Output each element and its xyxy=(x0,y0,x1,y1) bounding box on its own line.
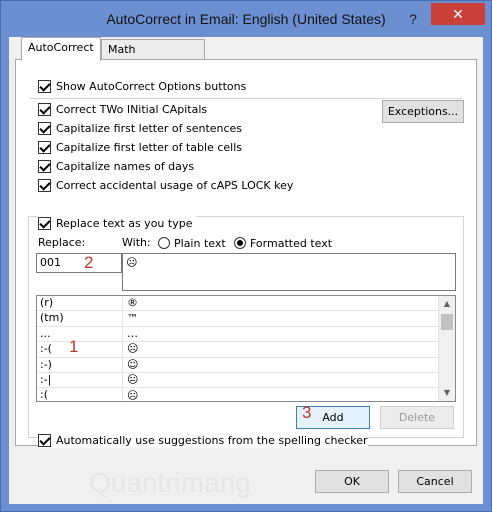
dialog-client: AutoCorrect Math AutoCorrect Show AutoCo… xyxy=(9,37,483,504)
list-item-replace: :( xyxy=(37,388,123,401)
list-item-replace: :-( xyxy=(37,342,123,357)
replace-label: Replace: xyxy=(38,236,86,249)
exceptions-button[interactable]: Exceptions... xyxy=(382,100,464,123)
show-buttons-option[interactable]: Show AutoCorrect Options buttons xyxy=(38,78,246,94)
plain-text-label: Plain text xyxy=(174,236,226,250)
delete-button: Delete xyxy=(380,406,454,429)
list-item[interactable]: :( ☹ xyxy=(37,388,439,402)
list-item[interactable]: (tm) ™ xyxy=(37,311,439,327)
watermark: Quantrimang xyxy=(89,467,251,498)
plain-text-option[interactable]: Plain text xyxy=(158,235,226,251)
list-item-with: ☹ xyxy=(127,389,139,402)
annotation-1: 1 xyxy=(69,337,79,356)
formatted-text-option[interactable]: Formatted text xyxy=(234,235,332,251)
list-item-replace: :-) xyxy=(37,357,123,372)
list-item-replace: (r) xyxy=(37,296,123,311)
list-item-with: ™ xyxy=(127,311,138,325)
list-item[interactable]: (r) ® xyxy=(37,296,439,312)
cancel-button[interactable]: Cancel xyxy=(398,470,472,493)
show-buttons-checkbox[interactable] xyxy=(38,79,51,93)
scroll-down-icon[interactable]: ▼ xyxy=(439,385,455,401)
replace-text-checkbox[interactable] xyxy=(38,216,51,230)
replace-input[interactable]: 001 xyxy=(36,253,122,273)
auto-suggestions-checkbox[interactable] xyxy=(38,433,51,447)
replace-text-option[interactable]: Replace text as you type xyxy=(38,215,197,231)
formatted-text-radio[interactable] xyxy=(234,237,246,249)
list-item-with: ® xyxy=(127,296,138,310)
list-item-with: ☹ xyxy=(127,342,139,356)
close-icon[interactable]: ✕ xyxy=(431,3,485,25)
dialog-window: AutoCorrect in Email: English (United St… xyxy=(0,0,492,512)
first-letter-table-cells-checkbox[interactable] xyxy=(38,140,51,154)
caps-lock-checkbox[interactable] xyxy=(38,178,51,192)
with-input[interactable]: ☹ xyxy=(122,253,456,291)
list-item-replace: (tm) xyxy=(37,311,123,326)
formatted-text-label: Formatted text xyxy=(250,236,333,250)
help-icon[interactable]: ? xyxy=(405,11,421,27)
with-label: With: xyxy=(122,236,151,249)
list-item-with: 😐 xyxy=(127,373,139,387)
list-item[interactable]: :-| 😐 xyxy=(37,373,439,389)
list-item-with: … xyxy=(127,326,138,340)
caps-lock-option[interactable]: Correct accidental usage of cAPS LOCK ke… xyxy=(38,177,293,193)
names-of-days-label: Capitalize names of days xyxy=(56,159,195,173)
list-item[interactable]: :-( ☹ xyxy=(37,342,439,358)
names-of-days-checkbox[interactable] xyxy=(38,159,51,173)
list-item[interactable]: :-) ☺ xyxy=(37,357,439,373)
scroll-up-icon[interactable]: ▲ xyxy=(439,296,455,312)
list-item-replace: :-| xyxy=(37,373,123,388)
caps-lock-label: Correct accidental usage of cAPS LOCK ke… xyxy=(56,178,294,192)
first-letter-sentences-option[interactable]: Capitalize first letter of sentences xyxy=(38,120,242,136)
plain-text-radio[interactable] xyxy=(158,237,170,249)
replace-text-label: Replace text as you type xyxy=(56,216,193,230)
auto-suggestions-option[interactable]: Automatically use suggestions from the s… xyxy=(38,432,368,448)
divider xyxy=(30,98,462,99)
names-of-days-option[interactable]: Capitalize names of days xyxy=(38,158,194,174)
annotation-3: 3 xyxy=(302,403,312,422)
scroll-thumb[interactable] xyxy=(441,314,453,330)
autocorrect-list[interactable]: (r) ® (tm) ™ ... … :-( ☹ :-) ☺:-| 😐:(… xyxy=(36,295,456,402)
two-initial-capitals-checkbox[interactable] xyxy=(38,102,51,116)
list-item[interactable]: ... … xyxy=(37,326,439,343)
first-letter-sentences-label: Capitalize first letter of sentences xyxy=(56,121,243,135)
first-letter-table-cells-label: Capitalize first letter of table cells xyxy=(56,140,243,154)
title-bar: AutoCorrect in Email: English (United St… xyxy=(1,1,491,37)
ok-button[interactable]: OK xyxy=(315,470,389,493)
tab-autocorrect[interactable]: AutoCorrect xyxy=(21,37,101,61)
first-letter-sentences-checkbox[interactable] xyxy=(38,121,51,135)
list-item-replace: ... xyxy=(37,326,123,342)
two-initial-capitals-option[interactable]: Correct TWo INitial CApitals xyxy=(38,101,207,117)
two-initial-capitals-label: Correct TWo INitial CApitals xyxy=(56,102,208,116)
show-buttons-label: Show AutoCorrect Options buttons xyxy=(56,79,247,93)
annotation-2: 2 xyxy=(84,253,94,272)
list-scrollbar[interactable]: ▲ ▼ xyxy=(438,296,455,401)
list-item-with: ☺ xyxy=(127,357,139,371)
tab-math-autocorrect[interactable]: Math AutoCorrect xyxy=(101,39,205,76)
auto-suggestions-label: Automatically use suggestions from the s… xyxy=(56,433,368,447)
first-letter-table-cells-option[interactable]: Capitalize first letter of table cells xyxy=(38,139,242,155)
